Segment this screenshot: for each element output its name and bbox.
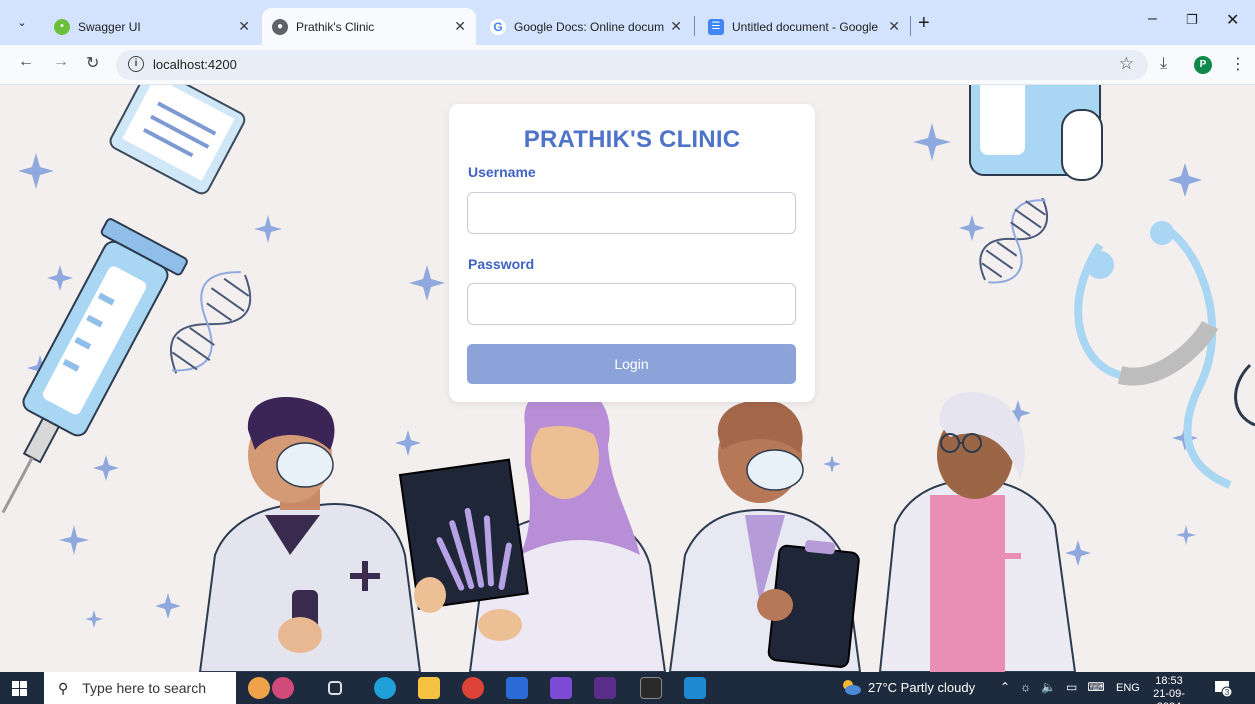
windows-start-icon[interactable] bbox=[12, 681, 27, 696]
syringe-illustration bbox=[1, 218, 188, 514]
profile-avatar[interactable]: P bbox=[1194, 56, 1212, 74]
tab-label: Prathik's Clinic bbox=[296, 19, 375, 34]
weather-temperature: 27°C bbox=[868, 679, 898, 695]
tab-separator bbox=[694, 16, 695, 36]
reload-button[interactable]: ↻ bbox=[86, 53, 99, 73]
chrome-icon[interactable] bbox=[462, 677, 484, 699]
swagger-icon: • bbox=[54, 18, 70, 35]
tab-search-button[interactable]: ⌄ bbox=[10, 10, 34, 34]
username-input[interactable] bbox=[467, 192, 796, 234]
address-bar[interactable]: i localhost:4200 ☆ bbox=[116, 50, 1148, 80]
tab-untitled-document[interactable]: ☰ Untitled document - Google Do ✕ bbox=[698, 8, 910, 45]
forward-button[interactable]: → bbox=[53, 53, 69, 71]
menu-kebab-icon[interactable]: ⋮ bbox=[1230, 54, 1246, 74]
password-input[interactable] bbox=[467, 283, 796, 325]
search-placeholder: Type here to search bbox=[82, 680, 207, 696]
search-icon: ⚲ bbox=[58, 679, 69, 696]
doctor-illustration bbox=[878, 392, 1077, 672]
login-button[interactable]: Login bbox=[467, 344, 796, 384]
close-icon[interactable]: ✕ bbox=[454, 18, 466, 35]
store-icon[interactable] bbox=[506, 677, 528, 699]
wifi-icon[interactable]: ☼ bbox=[1020, 680, 1031, 694]
partly-cloudy-icon bbox=[843, 680, 861, 695]
doctor-illustration bbox=[398, 384, 667, 672]
close-icon[interactable]: ✕ bbox=[888, 18, 900, 35]
tab-label: Untitled document - Google Do bbox=[732, 19, 883, 34]
google-icon: G bbox=[490, 18, 506, 35]
download-icon[interactable]: ⤓ bbox=[1160, 55, 1167, 73]
widgets-icon[interactable] bbox=[248, 677, 270, 699]
keyboard-icon[interactable]: ⌨ bbox=[1087, 680, 1104, 694]
doctor-illustration bbox=[198, 397, 422, 672]
taskbar-search[interactable]: ⚲ Type here to search bbox=[44, 672, 236, 704]
username-label: Username bbox=[468, 164, 536, 180]
task-view-icon[interactable] bbox=[328, 681, 342, 695]
browser-toolbar: ← → ↻ i localhost:4200 ☆ ⤓ P ⋮ bbox=[0, 45, 1255, 85]
language-indicator[interactable]: ENG bbox=[1116, 682, 1140, 694]
file-explorer-icon[interactable] bbox=[418, 677, 440, 699]
fair-icon[interactable] bbox=[272, 677, 294, 699]
volume-icon[interactable]: 🔈 bbox=[1041, 680, 1056, 694]
chevron-up-icon[interactable]: ⌃ bbox=[1000, 680, 1010, 694]
login-card: PRATHIK'S CLINIC Username Password Login bbox=[449, 104, 815, 402]
terminal-purple-icon[interactable] bbox=[594, 677, 616, 699]
tab-label: Swagger UI bbox=[78, 19, 141, 34]
windows-taskbar: ⚲ Type here to search 27°C Partly cloudy… bbox=[0, 672, 1255, 704]
globe-icon: ● bbox=[272, 18, 288, 35]
notification-count: 3 bbox=[1225, 688, 1230, 697]
page-title: PRATHIK'S CLINIC bbox=[523, 126, 741, 153]
address-url[interactable]: localhost:4200 bbox=[153, 57, 237, 72]
weather-description: Partly cloudy bbox=[900, 679, 976, 695]
close-window-button[interactable]: ✕ bbox=[1226, 10, 1239, 30]
page-viewport: PRATHIK'S CLINIC Username Password Login bbox=[0, 85, 1255, 672]
restore-button[interactable]: ❐ bbox=[1186, 12, 1198, 28]
tab-google-docs-online[interactable]: G Google Docs: Online document ✕ bbox=[480, 8, 692, 45]
notification-icon[interactable]: 3 bbox=[1214, 679, 1233, 698]
tab-label: Google Docs: Online document bbox=[514, 19, 665, 34]
close-icon[interactable]: ✕ bbox=[670, 18, 682, 35]
bookmark-star-icon[interactable]: ☆ bbox=[1119, 54, 1134, 74]
close-icon[interactable]: ✕ bbox=[238, 18, 250, 35]
edge-icon[interactable] bbox=[374, 677, 396, 699]
tab-prathiks-clinic[interactable]: ● Prathik's Clinic ✕ bbox=[262, 8, 476, 45]
dna-illustration bbox=[979, 197, 1048, 284]
system-tray: ⌃ ☼ 🔈 ▭ ⌨ bbox=[1000, 680, 1105, 694]
clock-date: 21-09-2024 bbox=[1153, 688, 1185, 704]
weather-widget[interactable]: 27°C Partly cloudy bbox=[840, 678, 975, 696]
vscode-icon[interactable] bbox=[684, 677, 706, 699]
docs-icon: ☰ bbox=[708, 18, 724, 35]
dna-illustration bbox=[170, 271, 252, 374]
battery-icon[interactable]: ▭ bbox=[1066, 680, 1077, 694]
back-button[interactable]: ← bbox=[18, 53, 34, 71]
new-tab-button[interactable]: + bbox=[918, 12, 930, 35]
password-label: Password bbox=[468, 256, 535, 272]
clipboard-illustration bbox=[109, 85, 246, 195]
tab-swagger-ui[interactable]: • Swagger UI ✕ bbox=[44, 8, 260, 45]
visual-studio-icon[interactable] bbox=[550, 677, 572, 699]
clock[interactable]: 18:53 21-09-2024 bbox=[1146, 675, 1192, 704]
browser-tab-bar: ⌄ • Swagger UI ✕ ● Prathik's Clinic ✕ G … bbox=[0, 0, 1255, 45]
doctor-illustration bbox=[668, 400, 862, 672]
clock-time: 18:53 bbox=[1155, 675, 1183, 687]
tab-separator bbox=[910, 16, 911, 36]
stethoscope-illustration bbox=[1074, 221, 1255, 489]
info-icon[interactable]: i bbox=[128, 56, 144, 72]
pill-bottle-illustration bbox=[969, 85, 1103, 181]
minimize-button[interactable]: – bbox=[1148, 10, 1157, 28]
terminal-icon[interactable] bbox=[640, 677, 662, 699]
